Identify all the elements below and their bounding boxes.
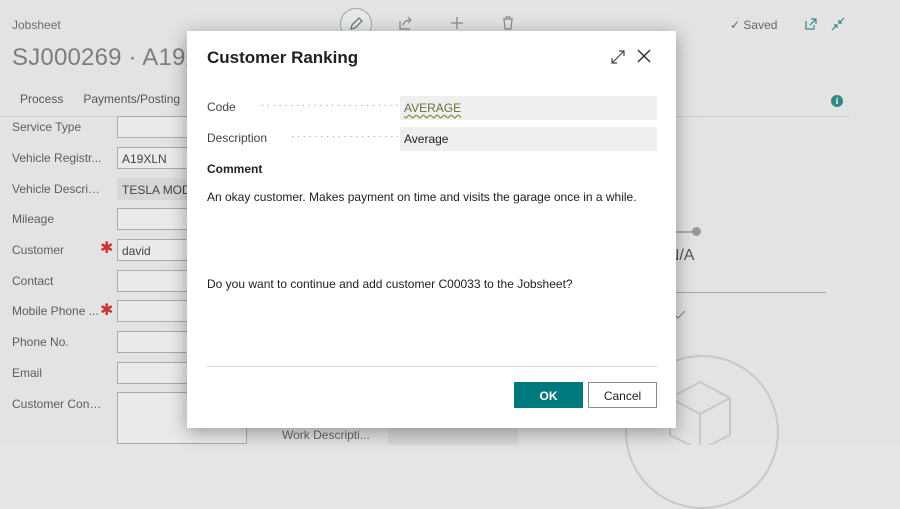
field-phone-no: Phone No. xyxy=(12,335,69,349)
description-field: Description ····························… xyxy=(207,127,657,151)
ok-button[interactable]: OK xyxy=(514,382,583,408)
action-menu: Process Payments/Posting Pr xyxy=(0,92,212,116)
collapse-icon[interactable] xyxy=(831,17,845,31)
comment-heading: Comment xyxy=(207,162,263,176)
field-customer: Customer xyxy=(12,243,65,257)
code-label: Code xyxy=(207,100,236,114)
expand-icon[interactable] xyxy=(610,49,626,65)
dialog-title: Customer Ranking xyxy=(207,48,359,67)
breadcrumb: Jobsheet xyxy=(12,18,61,32)
required-icon: ✱ xyxy=(100,240,114,257)
code-value[interactable]: AVERAGE xyxy=(400,96,657,120)
cancel-button[interactable]: Cancel xyxy=(588,382,657,408)
check-icon: ✓ xyxy=(730,18,741,32)
info-icon[interactable]: i xyxy=(831,95,843,107)
field-email: Email xyxy=(12,366,43,380)
description-label: Description xyxy=(207,131,268,145)
field-mileage: Mileage xyxy=(12,212,55,226)
menu-payments-posting[interactable]: Payments/Posting xyxy=(83,92,180,116)
progress-handle xyxy=(692,227,701,236)
dialog-divider xyxy=(207,366,657,367)
field-service-type: Service Type xyxy=(12,120,82,134)
comment-text: An okay customer. Makes payment on time … xyxy=(207,190,637,204)
confirmation-question: Do you want to continue and add customer… xyxy=(207,277,573,291)
field-customer-contact: Customer Cont... xyxy=(12,397,102,411)
code-field: Code ···································… xyxy=(207,96,657,120)
leader-dots: ········································ xyxy=(261,100,411,111)
menu-process[interactable]: Process xyxy=(20,92,63,116)
description-value[interactable]: Average xyxy=(400,127,657,151)
add-icon[interactable] xyxy=(449,15,465,31)
delete-icon[interactable] xyxy=(500,15,516,31)
field-mobile-phone: Mobile Phone ... xyxy=(12,304,99,318)
required-icon: ✱ xyxy=(100,302,114,319)
field-contact: Contact xyxy=(12,274,54,288)
field-vehicle-description: Vehicle Descrip... xyxy=(12,182,102,196)
field-vehicle-registration: Vehicle Registr... xyxy=(12,151,102,165)
close-icon[interactable] xyxy=(636,48,652,64)
open-new-window-icon[interactable] xyxy=(804,17,818,31)
share-icon[interactable] xyxy=(398,15,414,31)
customer-ranking-dialog: Customer Ranking Code ··················… xyxy=(187,31,676,428)
work-description-label: Work Descripti... xyxy=(282,428,370,442)
saved-status: ✓ Saved xyxy=(730,18,778,32)
